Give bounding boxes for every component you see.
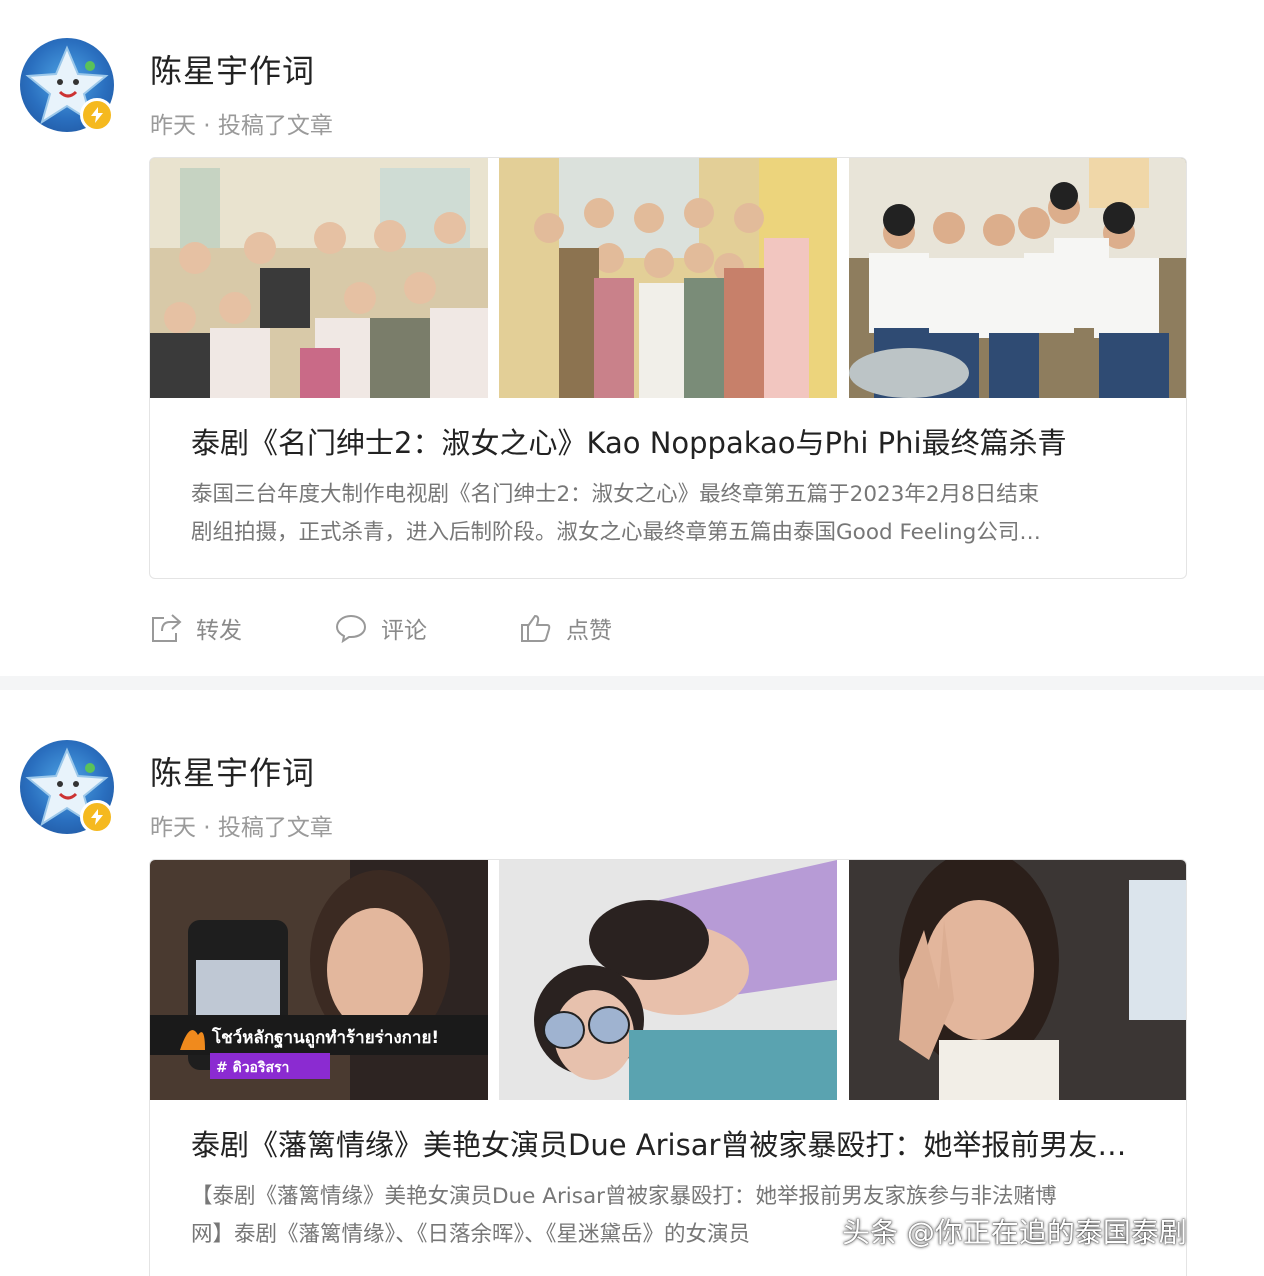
thumbs-up-icon (521, 614, 551, 642)
comment-button[interactable]: 评论 (335, 608, 460, 648)
like-button[interactable]: 点赞 (520, 608, 645, 648)
article-title[interactable]: 泰剧《名门绅士2：淑女之心》Kao Noppakao与Phi Phi最终篇杀青 (191, 420, 1141, 462)
article-card[interactable]: 泰剧《名门绅士2：淑女之心》Kao Noppakao与Phi Phi最终篇杀青 … (149, 157, 1187, 579)
verified-badge-icon (80, 98, 114, 132)
like-label: 点赞 (566, 618, 612, 644)
article-title[interactable]: 泰剧《藩篱情缘》美艳女演员Due Arisar曾被家暴殴打：她举报前男友家族 (191, 1122, 1141, 1164)
thumbnail-overlay-text: โชว์หลักฐานถูกทำร้ายร่างกาย! (211, 1027, 439, 1049)
share-label: 转发 (196, 618, 242, 644)
post-meta: 昨天 · 投稿了文章 (150, 113, 333, 139)
article-thumbnail-3 (849, 860, 1186, 1100)
share-icon (152, 614, 182, 642)
article-thumbnail-3 (849, 158, 1186, 398)
watermark: 头条 @你正在追的泰国泰剧 (842, 1216, 1187, 1249)
feed-post-2: 陈星宇作词 昨天 · 投稿了文章 โชว์หลักฐานถูกทำร้ายร่า… (0, 690, 1264, 1276)
thumbnail-overlay-tag: # ดิวอริสรา (216, 1060, 289, 1076)
post-actions: 转发 评论 点赞 (150, 608, 705, 648)
feed-post-1: 陈星宇作词 昨天 · 投稿了文章 泰剧《名门绅士2：淑女之心》Kao Noppa… (0, 0, 1264, 676)
summary-line-1: 泰国三台年度大制作电视剧《名门绅士2：淑女之心》最终章第五篇于2023年2月8日… (191, 482, 1040, 507)
article-thumbnail-2 (499, 158, 837, 398)
comment-icon (335, 614, 367, 643)
post-meta: 昨天 · 投稿了文章 (150, 815, 333, 841)
author-name[interactable]: 陈星宇作词 (150, 748, 315, 794)
comment-label: 评论 (381, 618, 427, 644)
author-name[interactable]: 陈星宇作词 (150, 46, 315, 92)
article-thumbnail-1: โชว์หลักฐานถูกทำร้ายร่างกาย! # ดิวอริสรา (150, 860, 488, 1100)
share-button[interactable]: 转发 (150, 608, 275, 648)
verified-badge-icon (80, 800, 114, 834)
article-thumbnail-1 (150, 158, 488, 398)
article-thumbnail-2 (499, 860, 837, 1100)
summary-line-2: 剧组拍摄，正式杀青，进入后制阶段。淑女之心最终章第五篇由泰国Good Feeli… (191, 520, 1041, 545)
article-summary: 泰国三台年度大制作电视剧《名门绅士2：淑女之心》最终章第五篇于2023年2月8日… (191, 476, 1141, 552)
